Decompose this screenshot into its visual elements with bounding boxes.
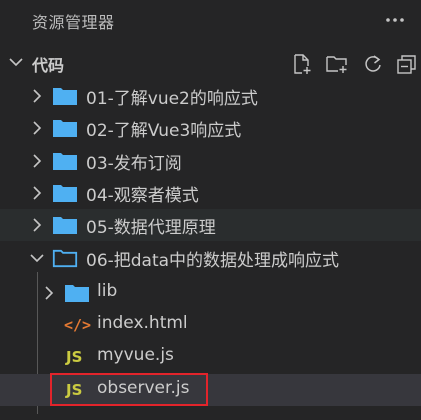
ellipsis-icon[interactable] — [384, 4, 406, 34]
folder-icon — [52, 150, 78, 172]
chevron-right-icon — [28, 216, 46, 234]
folder-row[interactable]: 05-数据代理原理 — [0, 209, 421, 241]
annotation-highlight-box — [50, 373, 208, 406]
folder-label: lib — [97, 281, 118, 301]
chevron-right-icon — [28, 184, 46, 202]
chevron-down-icon — [28, 249, 46, 267]
folder-label: 03-发布订阅 — [86, 154, 182, 174]
folder-row[interactable]: 01-了解vue2的响应式 — [0, 80, 421, 112]
folder-label: 05-数据代理原理 — [86, 218, 216, 238]
explorer-title-bar: 资源管理器 — [0, 0, 421, 40]
explorer-panel: 资源管理器 代码 01-了解vue2的响应式 02-了解Vue3响应式 03-发… — [0, 0, 421, 420]
folder-row[interactable]: 02-了解Vue3响应式 — [0, 112, 421, 144]
folder-label: 02-了解Vue3响应式 — [86, 121, 242, 141]
folder-open-icon — [52, 247, 78, 269]
folder-label: 04-观察者模式 — [86, 186, 199, 206]
chevron-right-icon — [28, 87, 46, 105]
file-row[interactable]: JS myvue.js — [0, 341, 421, 373]
folder-icon — [64, 282, 90, 304]
new-folder-icon[interactable] — [325, 52, 349, 76]
folder-row[interactable]: lib — [0, 277, 421, 309]
section-label: 代码 — [32, 56, 65, 75]
chevron-down-icon — [7, 53, 25, 71]
folder-row[interactable]: 03-发布订阅 — [0, 145, 421, 177]
new-file-icon[interactable] — [290, 52, 314, 76]
folder-label: 06-把data中的数据处理成响应式 — [86, 251, 340, 271]
html-file-icon: </> — [64, 316, 92, 334]
refresh-icon[interactable] — [361, 52, 385, 76]
chevron-right-icon — [28, 152, 46, 170]
file-label: index.html — [97, 313, 188, 333]
folder-icon — [52, 214, 78, 236]
chevron-right-icon — [40, 284, 58, 302]
js-file-icon: JS — [66, 348, 83, 366]
file-label: myvue.js — [97, 345, 174, 365]
folder-row[interactable]: 04-观察者模式 — [0, 177, 421, 209]
file-row[interactable]: </> index.html — [0, 309, 421, 341]
collapse-all-icon[interactable] — [395, 52, 419, 76]
folder-row-expanded[interactable]: 06-把data中的数据处理成响应式 — [0, 242, 421, 274]
folder-icon — [52, 182, 78, 204]
folder-icon — [52, 117, 78, 139]
folder-label: 01-了解vue2的响应式 — [86, 89, 258, 109]
explorer-title: 资源管理器 — [32, 13, 115, 32]
folder-icon — [52, 85, 78, 107]
chevron-right-icon — [28, 119, 46, 137]
section-header-code[interactable]: 代码 — [0, 44, 421, 80]
